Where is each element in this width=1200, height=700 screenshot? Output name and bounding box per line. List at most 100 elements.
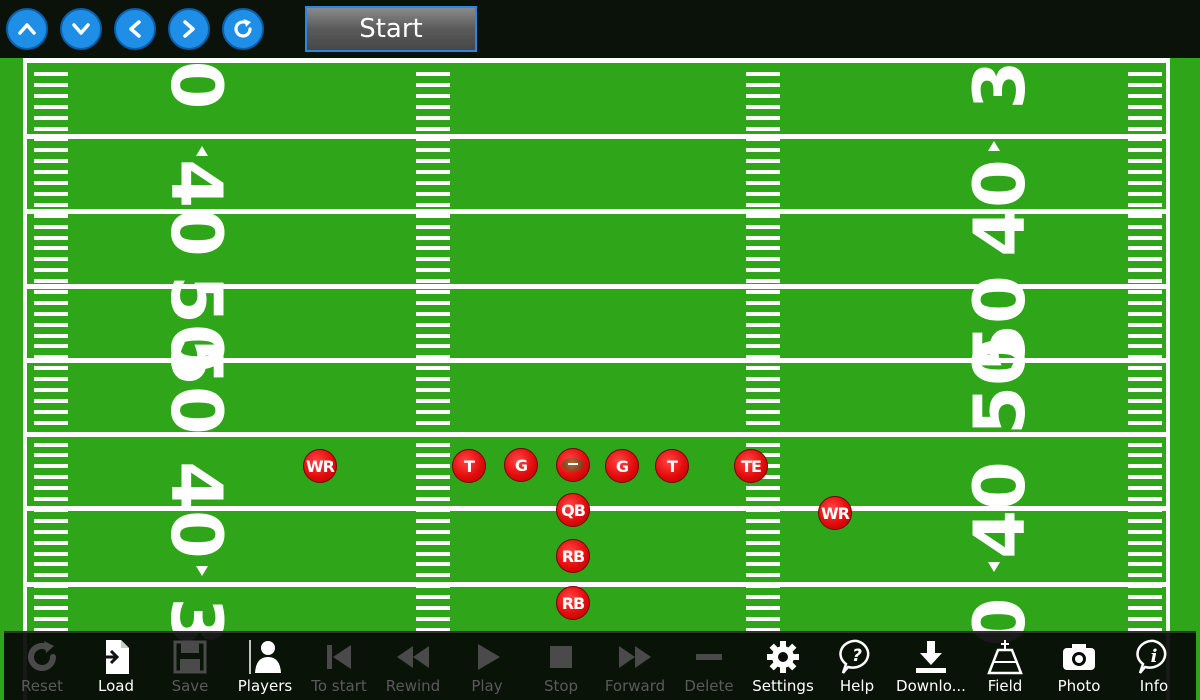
hash-mark: [416, 355, 450, 359]
minus-icon: [696, 654, 722, 660]
hash-mark: [746, 410, 780, 414]
hash-mark: [1128, 573, 1162, 577]
yard-number-right: 40: [959, 159, 1041, 257]
move-down-button[interactable]: [60, 8, 102, 50]
hash-mark: [34, 116, 68, 120]
player-rb[interactable]: RB: [556, 539, 590, 573]
load-button[interactable]: Load: [79, 633, 153, 700]
player-te[interactable]: TE: [734, 449, 768, 483]
hash-mark: [34, 432, 68, 436]
download-button[interactable]: Downlo...: [894, 633, 968, 700]
hash-mark: [746, 497, 780, 501]
info-button[interactable]: i Info: [1117, 633, 1191, 700]
fast-forward-icon: [619, 646, 651, 668]
hash-mark: [34, 334, 68, 338]
chevron-down-icon: [72, 23, 90, 35]
player-t[interactable]: T: [452, 449, 486, 483]
hash-mark: [416, 410, 450, 414]
hash-mark: [416, 323, 450, 327]
hash-mark: [746, 323, 780, 327]
hash-mark: [746, 399, 780, 403]
hash-mark: [746, 541, 780, 545]
hash-mark: [34, 399, 68, 403]
move-left-button[interactable]: [114, 8, 156, 50]
yard-number-left: 40: [155, 461, 237, 559]
hash-mark: [416, 344, 450, 348]
sideline-right: [1166, 58, 1170, 700]
stop-button[interactable]: Stop: [524, 633, 598, 700]
hash-mark: [416, 192, 450, 196]
football-lace: [568, 463, 578, 465]
help-button[interactable]: ? Help: [820, 633, 894, 700]
hash-mark: [1128, 148, 1162, 152]
info-label: Info: [1139, 677, 1169, 695]
player-qb[interactable]: QB: [556, 493, 590, 527]
hash-mark: [746, 279, 780, 283]
reset-button[interactable]: Reset: [5, 633, 79, 700]
hash-mark: [34, 606, 68, 610]
hash-mark: [1128, 323, 1162, 327]
player-t[interactable]: T: [655, 449, 689, 483]
football-field[interactable]: 0 40 50 50 40 3 3 40 50 50 40 0 WR T G G…: [0, 0, 1200, 700]
hash-mark: [746, 94, 780, 98]
hash-mark: [416, 421, 450, 425]
hash-mark: [34, 323, 68, 327]
move-up-button[interactable]: [6, 8, 48, 50]
player-rb[interactable]: RB: [556, 586, 590, 620]
hash-mark: [1128, 475, 1162, 479]
delete-label: Delete: [684, 677, 734, 695]
refresh-button[interactable]: [222, 8, 264, 50]
player-wr[interactable]: WR: [818, 496, 852, 530]
hash-mark: [416, 541, 450, 545]
hash-mark: [1128, 355, 1162, 359]
player-g[interactable]: G: [605, 449, 639, 483]
hash-mark: [1128, 83, 1162, 87]
player-g[interactable]: G: [504, 448, 538, 482]
field-button[interactable]: Field: [968, 633, 1042, 700]
move-right-button[interactable]: [168, 8, 210, 50]
skip-to-start-icon: [327, 645, 351, 669]
gear-icon: [767, 641, 799, 673]
hash-mark: [34, 290, 68, 294]
play-button[interactable]: Play: [450, 633, 524, 700]
download-icon: [916, 641, 946, 673]
hash-mark: [34, 312, 68, 316]
photo-button[interactable]: Photo: [1042, 633, 1116, 700]
save-button[interactable]: Save: [153, 633, 227, 700]
hash-mark: [34, 617, 68, 621]
hash-mark: [416, 464, 450, 468]
hash-mark: [1128, 94, 1162, 98]
hash-mark: [1128, 257, 1162, 261]
forward-button[interactable]: Forward: [598, 633, 672, 700]
download-label: Downlo...: [896, 677, 966, 695]
player-wr[interactable]: WR: [303, 449, 337, 483]
reset-icon: [28, 641, 56, 671]
player-center-football[interactable]: [556, 448, 590, 482]
hash-mark: [416, 443, 450, 447]
hash-mark: [34, 355, 68, 359]
hash-mark: [34, 236, 68, 240]
hash-mark: [1128, 290, 1162, 294]
hash-mark: [34, 508, 68, 512]
delete-button[interactable]: Delete: [672, 633, 746, 700]
hash-mark: [416, 388, 450, 392]
direction-arrow-icon: [988, 562, 1000, 572]
stop-label: Stop: [543, 677, 579, 695]
hash-mark: [1128, 432, 1162, 436]
yard-number-left: 50: [155, 337, 237, 435]
hash-mark: [746, 257, 780, 261]
svg-text:?: ?: [852, 646, 862, 666]
players-button[interactable]: Players: [228, 633, 302, 700]
hash-mark: [1128, 312, 1162, 316]
start-button[interactable]: Start: [305, 6, 477, 52]
hash-mark: [1128, 236, 1162, 240]
to-start-button[interactable]: To start: [302, 633, 376, 700]
hash-mark: [1128, 192, 1162, 196]
hash-mark: [1128, 541, 1162, 545]
hash-mark: [416, 170, 450, 174]
settings-button[interactable]: Settings: [746, 633, 820, 700]
rewind-button[interactable]: Rewind: [376, 633, 450, 700]
hash-mark: [416, 301, 450, 305]
yard-number-right: 50: [959, 337, 1041, 435]
hash-mark: [34, 279, 68, 283]
